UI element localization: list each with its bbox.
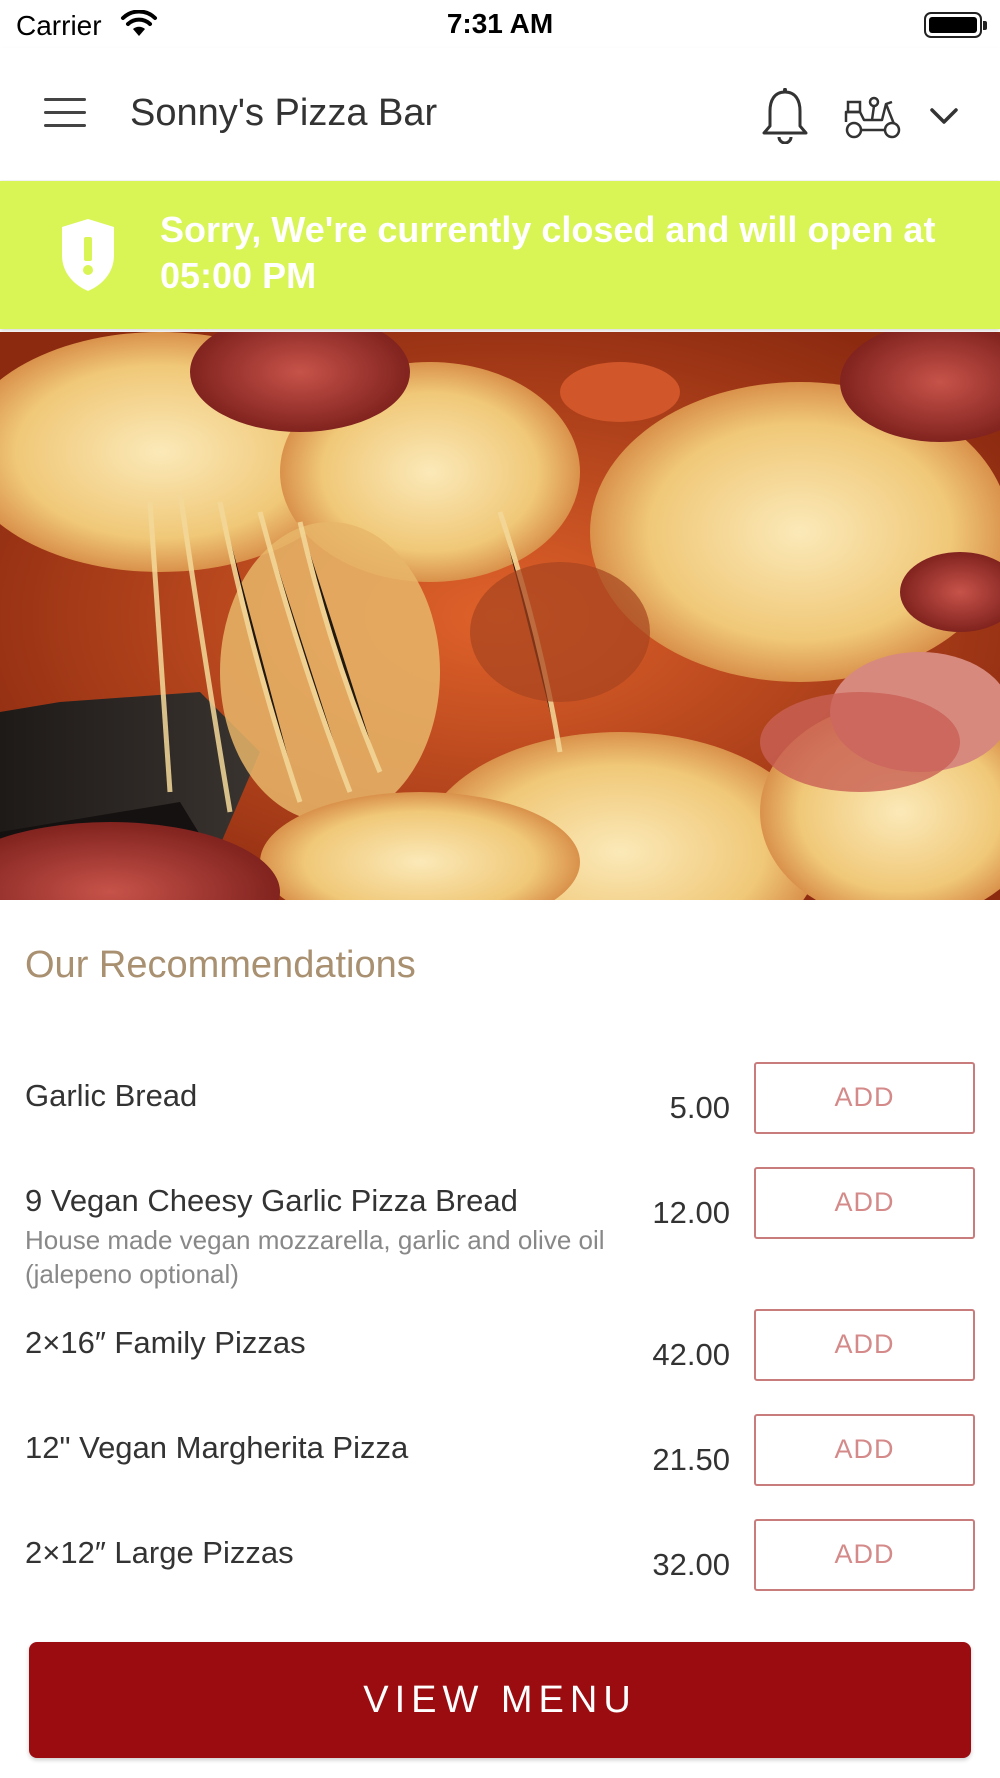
- app-header: Sonny's Pizza Bar: [0, 48, 1000, 180]
- pizza-photo-icon: [0, 332, 1000, 900]
- view-menu-button[interactable]: VIEW MENU: [29, 1642, 971, 1758]
- item-name: 12" Vegan Margherita Pizza: [25, 1430, 409, 1465]
- item-price: 42.00: [652, 1337, 730, 1372]
- item-name: 2×12″ Large Pizzas: [25, 1535, 294, 1570]
- item-name: Garlic Bread: [25, 1078, 198, 1113]
- item-price: 32.00: [652, 1547, 730, 1582]
- delivery-scooter-icon[interactable]: [842, 92, 904, 140]
- add-button[interactable]: ADD: [754, 1414, 975, 1486]
- add-button[interactable]: ADD: [754, 1519, 975, 1591]
- item-price: 21.50: [652, 1442, 730, 1477]
- hero-pizza-image: [0, 332, 1000, 900]
- recommendations-title: Our Recommendations: [25, 944, 416, 986]
- add-button[interactable]: ADD: [754, 1062, 975, 1134]
- add-button[interactable]: ADD: [754, 1309, 975, 1381]
- item-name: 2×16″ Family Pizzas: [25, 1325, 306, 1360]
- clock: 7:31 AM: [446, 8, 554, 39]
- battery-icon: [924, 12, 987, 38]
- chevron-down-icon[interactable]: [928, 104, 960, 128]
- item-description: House made vegan mozzarella, garlic and …: [25, 1225, 605, 1289]
- status-bar: Carrier 7:31 AM: [0, 0, 1000, 48]
- add-button[interactable]: ADD: [754, 1167, 975, 1239]
- item-price: 5.00: [669, 1090, 730, 1125]
- bell-icon[interactable]: [760, 86, 810, 144]
- item-name: 9 Vegan Cheesy Garlic Pizza Bread: [25, 1183, 518, 1218]
- page-title: Sonny's Pizza Bar: [130, 92, 438, 134]
- shield-alert-icon: [62, 219, 114, 291]
- closed-notice-banner: Sorry, We're currently closed and will o…: [0, 181, 1000, 329]
- hamburger-menu-icon[interactable]: [44, 98, 86, 128]
- closed-message: Sorry, We're currently closed and will o…: [160, 209, 936, 296]
- item-price: 12.00: [652, 1195, 730, 1230]
